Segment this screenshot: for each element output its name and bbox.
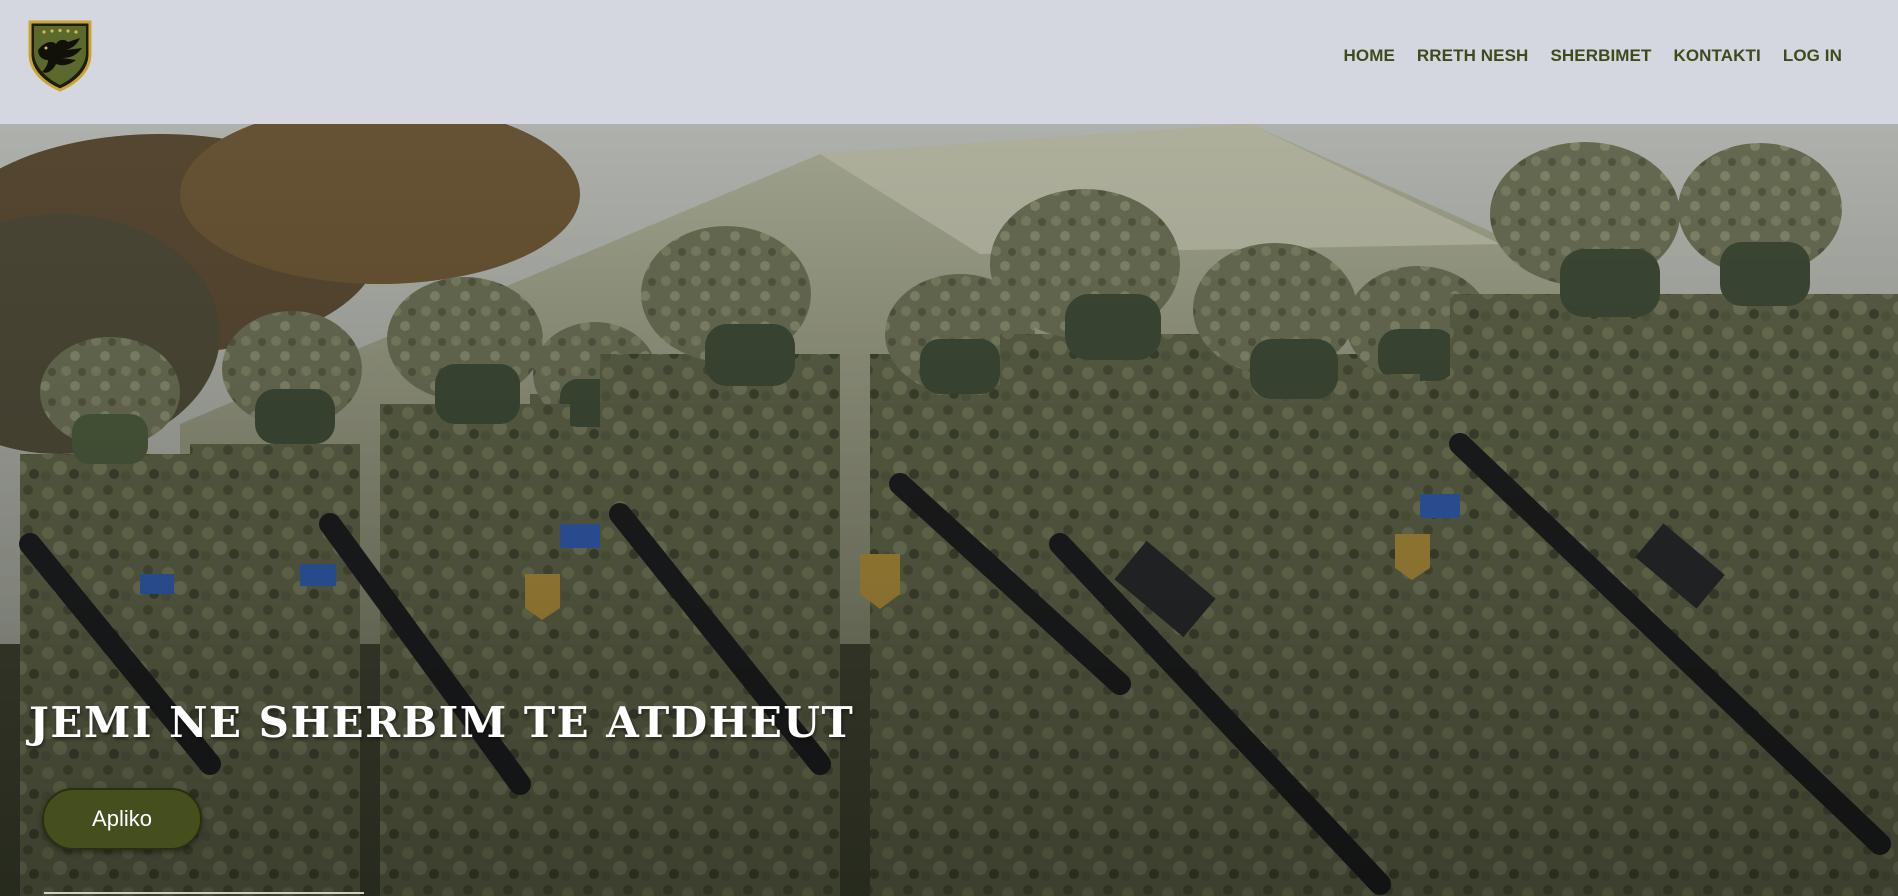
page: HOME RRETH NESH SHERBIMET KONTAKTI LOG I… [0,0,1898,896]
hero-divider [44,892,364,894]
hero-overlay [0,124,1898,896]
nav-home[interactable]: HOME [1344,46,1395,66]
nav-log-in[interactable]: LOG IN [1783,46,1842,66]
site-header: HOME RRETH NESH SHERBIMET KONTAKTI LOG I… [0,0,1898,124]
logo[interactable] [22,16,98,92]
hero-section: JEMI NE SHERBIM TE ATDHEUT Apliko [0,124,1898,896]
main-nav: HOME RRETH NESH SHERBIMET KONTAKTI LOG I… [1344,46,1842,66]
nav-kontakti[interactable]: KONTAKTI [1673,46,1760,66]
nav-rreth-nesh[interactable]: RRETH NESH [1417,46,1529,66]
hero-title: JEMI NE SHERBIM TE ATDHEUT [29,698,855,747]
apply-button[interactable]: Apliko [42,788,202,850]
nav-sherbimet[interactable]: SHERBIMET [1550,46,1651,66]
eagle-shield-icon [28,20,92,92]
